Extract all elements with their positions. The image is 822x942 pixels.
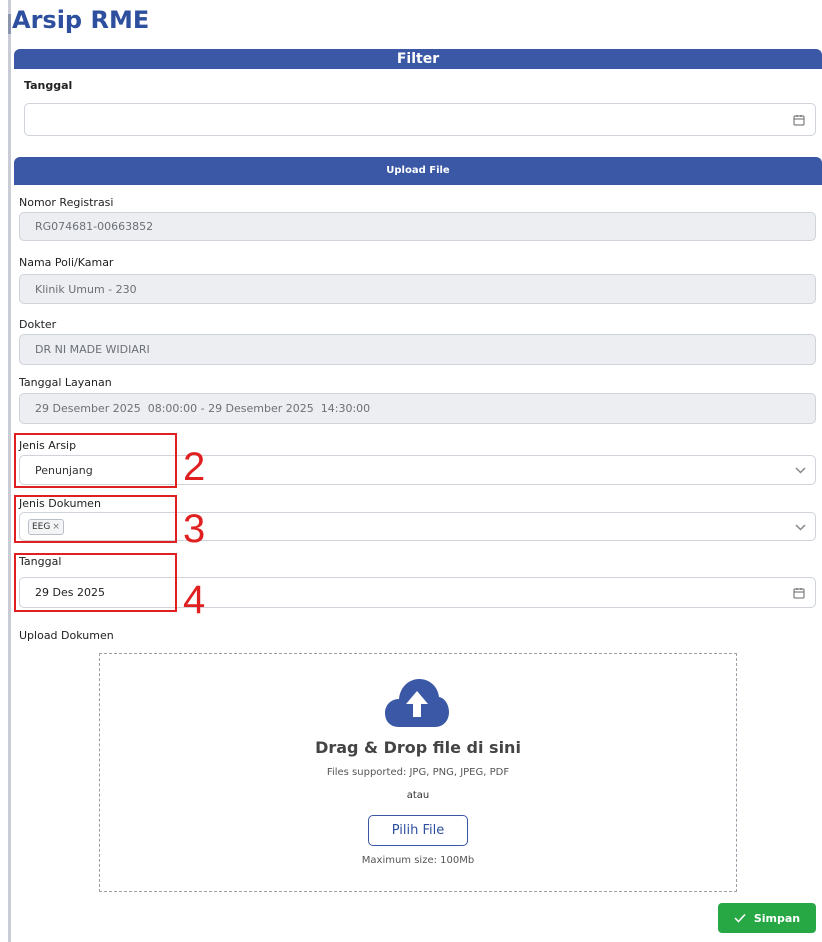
chevron-down-icon[interactable] — [794, 522, 807, 532]
annotation-number-4: 4 — [183, 578, 206, 622]
service-date-value: 29 Desember 2025 08:00:00 - 29 Desember … — [35, 402, 371, 415]
filter-date-label: Tanggal — [24, 79, 73, 92]
calendar-icon[interactable] — [793, 587, 805, 599]
poli-value: Klinik Umum - 230 — [35, 282, 137, 296]
left-edge-bar — [8, 0, 11, 942]
left-edge-marker — [8, 14, 11, 34]
dropzone-max-size-text: Maximum size: 100Mb — [361, 855, 475, 866]
annotation-number-2: 2 — [183, 445, 206, 489]
dropzone-title: Drag & Drop file di sini — [315, 738, 521, 757]
choose-file-button[interactable]: Pilih File — [368, 815, 468, 846]
annotation-number-3: 3 — [183, 507, 206, 551]
upload-document-label: Upload Dokumen — [19, 629, 114, 642]
service-date-label: Tanggal Layanan — [19, 376, 112, 389]
choose-file-label: Pilih File — [391, 823, 445, 838]
service-date-field: 29 Desember 2025 08:00:00 - 29 Desember … — [19, 393, 816, 424]
upload-header: Upload File — [14, 157, 822, 185]
annotation-box-4 — [14, 553, 177, 612]
dropzone-supported-text: Files supported: JPG, PNG, JPEG, PDF — [326, 767, 510, 778]
registration-value: RG074681-00663852 — [35, 220, 154, 233]
registration-label: Nomor Registrasi — [19, 196, 114, 209]
poli-field: Klinik Umum - 230 — [19, 274, 816, 304]
check-icon — [734, 913, 746, 923]
save-button[interactable]: Simpan — [718, 903, 816, 933]
cloud-upload-icon — [385, 679, 449, 727]
save-button-label: Simpan — [753, 911, 801, 925]
calendar-icon[interactable] — [793, 114, 805, 126]
filter-header: Filter — [14, 49, 822, 69]
doctor-field: DR NI MADE WIDIARI — [19, 334, 816, 365]
annotation-box-2 — [14, 433, 177, 488]
doctor-value: DR NI MADE WIDIARI — [35, 343, 150, 356]
annotation-box-3 — [14, 495, 177, 543]
filter-date-input[interactable] — [24, 103, 816, 136]
chevron-down-icon[interactable] — [794, 465, 807, 475]
dropzone-or-text: atau — [406, 790, 430, 801]
registration-field: RG074681-00663852 — [19, 212, 816, 241]
page-title: Arsip RME — [12, 6, 150, 34]
poli-label: Nama Poli/Kamar — [19, 256, 114, 269]
doctor-label: Dokter — [19, 318, 57, 331]
